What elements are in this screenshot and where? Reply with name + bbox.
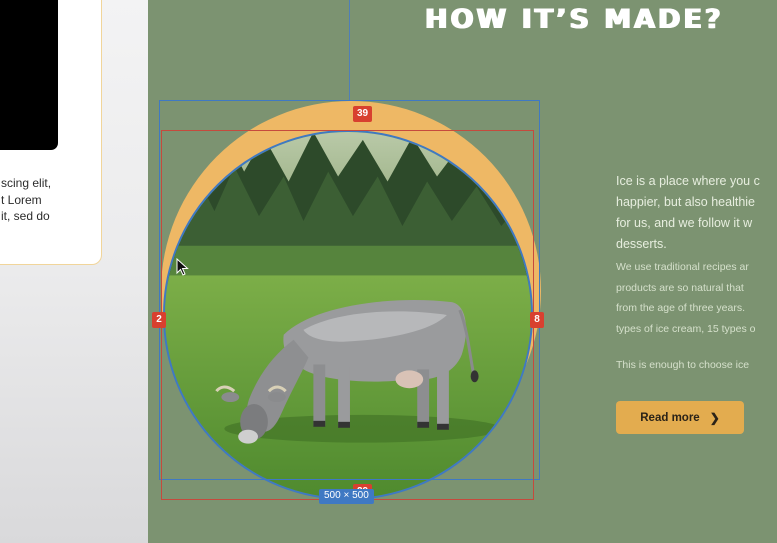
frame-bounding-box: [161, 130, 534, 500]
chevron-right-icon: ❯: [709, 410, 720, 425]
read-more-button[interactable]: Read more ❯: [616, 401, 744, 434]
intro-paragraph[interactable]: Ice is a place where you c happier, but …: [616, 171, 777, 255]
dimension-label: 500 × 500: [319, 489, 374, 504]
top-spacing-badge: 39: [353, 106, 373, 122]
card-image-placeholder: [0, 0, 58, 150]
read-more-label: Read more: [640, 411, 700, 424]
section-heading[interactable]: HOW IT’S MADE?: [425, 4, 724, 35]
left-canvas: scing elit, t Lorem it, sed do: [0, 0, 148, 543]
left-spacing-badge: 2: [152, 312, 166, 328]
card-body-text: scing elit, t Lorem it, sed do: [1, 176, 52, 223]
right-spacing-badge: 8: [530, 312, 544, 328]
mouse-cursor-icon: [176, 258, 189, 276]
design-frame[interactable]: HOW IT’S MADE? 39 2 8 500 × 500 Ice is a…: [148, 0, 777, 543]
content-card[interactable]: scing elit, t Lorem it, sed do: [0, 0, 102, 265]
closing-paragraph[interactable]: This is enough to choose ice: [616, 359, 777, 371]
detail-paragraph[interactable]: We use traditional recipes ar products a…: [616, 257, 777, 339]
vertical-guide-line: [349, 0, 350, 100]
